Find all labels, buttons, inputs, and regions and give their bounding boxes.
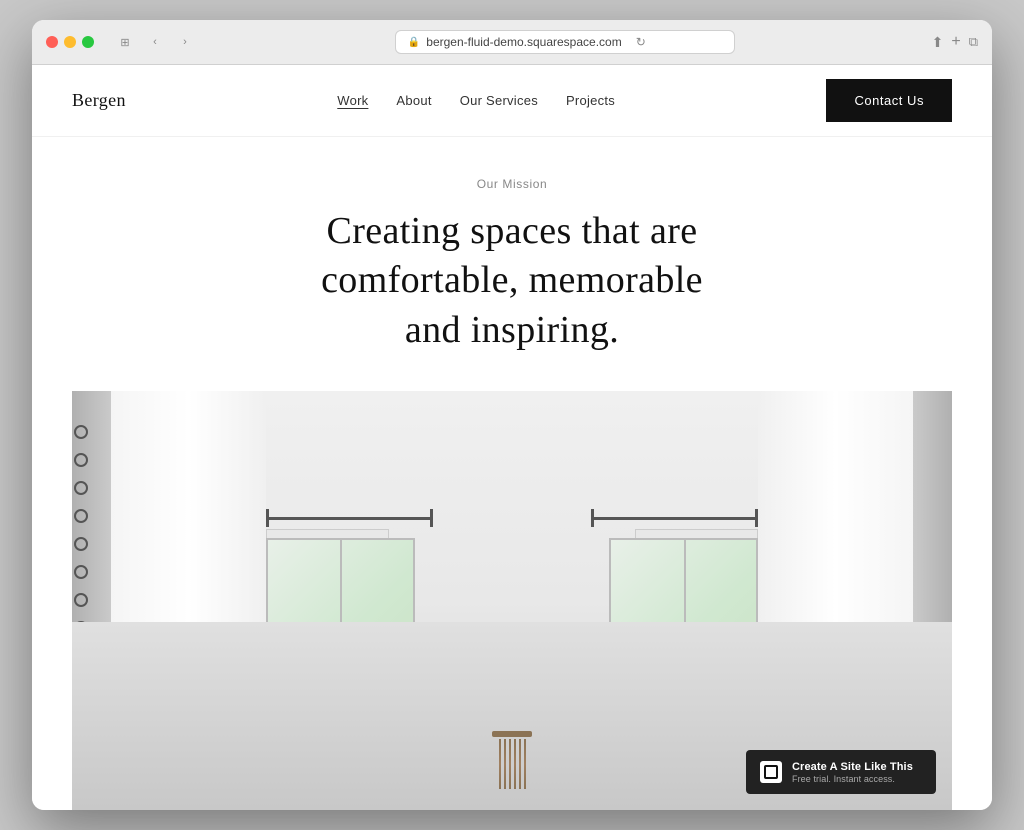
curtain-ring — [74, 425, 88, 439]
badge-subtitle: Free trial. Instant access. — [792, 774, 913, 784]
browser-chrome: ⊞ ‹ › 🔒 bergen-fluid-demo.squarespace.co… — [32, 20, 992, 65]
macrame-string — [519, 739, 521, 789]
macrame-string — [514, 739, 516, 789]
nav-link-work[interactable]: Work — [337, 93, 368, 108]
curtain-ring — [74, 593, 88, 607]
browser-window: ⊞ ‹ › 🔒 bergen-fluid-demo.squarespace.co… — [32, 20, 992, 810]
badge-title: Create A Site Like This — [792, 760, 913, 774]
browser-controls: ⊞ ‹ › — [112, 32, 198, 52]
room-image: Create A Site Like This Free trial. Inst… — [72, 391, 952, 810]
curtain-rings — [74, 425, 88, 635]
squarespace-logo — [760, 761, 782, 783]
curtain-rod-left-window — [266, 517, 433, 520]
site-logo[interactable]: Bergen — [72, 90, 126, 111]
macrame-string — [504, 739, 506, 789]
traffic-lights — [46, 36, 94, 48]
website: Bergen Work About Our Services Projects … — [32, 65, 992, 810]
mission-section: Our Mission Creating spaces that are com… — [32, 137, 992, 391]
browser-actions: ⬆ + ⧉ — [932, 33, 978, 51]
macrame-top — [492, 731, 532, 737]
share-button[interactable]: ⬆ — [932, 34, 944, 51]
macrame-string — [499, 739, 501, 789]
mission-label: Our Mission — [52, 177, 972, 191]
curtain-ring — [74, 565, 88, 579]
navigation: Bergen Work About Our Services Projects … — [32, 65, 992, 137]
new-tab-button[interactable]: + — [951, 33, 960, 51]
macrame-string — [509, 739, 511, 789]
curtain-ring — [74, 509, 88, 523]
mission-heading: Creating spaces that are comfortable, me… — [302, 207, 722, 355]
hero-image-section: Create A Site Like This Free trial. Inst… — [72, 391, 952, 810]
badge-text: Create A Site Like This Free trial. Inst… — [792, 760, 913, 784]
reload-button[interactable]: ↻ — [636, 35, 646, 49]
address-bar-container: 🔒 bergen-fluid-demo.squarespace.com ↻ — [208, 30, 922, 54]
contact-us-button[interactable]: Contact Us — [826, 79, 952, 122]
nav-link-projects[interactable]: Projects — [566, 93, 615, 108]
close-button[interactable] — [46, 36, 58, 48]
maximize-button[interactable] — [82, 36, 94, 48]
lock-icon: 🔒 — [408, 37, 420, 48]
macrame-strings — [482, 739, 542, 789]
squarespace-logo-inner — [764, 765, 778, 779]
nav-links: Work About Our Services Projects — [337, 93, 615, 108]
curtain-ring — [74, 481, 88, 495]
curtain-rod-right-window — [591, 517, 758, 520]
main-content: Our Mission Creating spaces that are com… — [32, 137, 992, 810]
curtain-ring — [74, 453, 88, 467]
url-text: bergen-fluid-demo.squarespace.com — [426, 35, 621, 49]
windows-icon[interactable]: ⊞ — [112, 32, 138, 52]
address-bar[interactable]: 🔒 bergen-fluid-demo.squarespace.com ↻ — [395, 30, 735, 54]
forward-button[interactable]: › — [172, 32, 198, 52]
squarespace-badge[interactable]: Create A Site Like This Free trial. Inst… — [746, 750, 936, 794]
curtain-ring — [74, 537, 88, 551]
nav-link-about[interactable]: About — [396, 93, 431, 108]
windows-button[interactable]: ⧉ — [969, 34, 978, 50]
minimize-button[interactable] — [64, 36, 76, 48]
nav-link-services[interactable]: Our Services — [460, 93, 538, 108]
macrame-decoration — [482, 731, 542, 789]
macrame-string — [524, 739, 526, 789]
back-button[interactable]: ‹ — [142, 32, 168, 52]
